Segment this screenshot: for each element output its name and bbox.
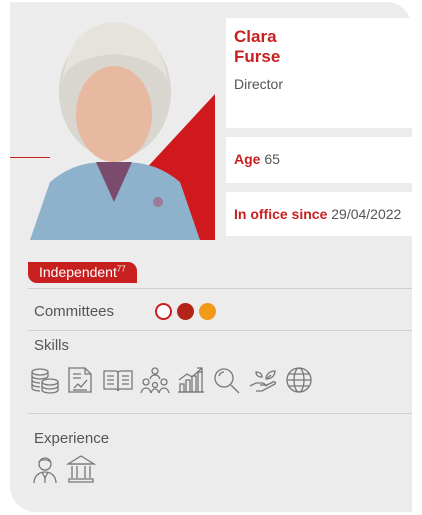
- age-row: Age 65: [234, 151, 280, 167]
- team-icon: [140, 367, 170, 394]
- committee-indicator-orange: [199, 303, 216, 320]
- first-name: Clara: [234, 27, 277, 46]
- committees-label: Committees: [34, 303, 115, 320]
- badge-footnote: 77: [116, 264, 126, 274]
- age-value: 65: [264, 151, 280, 167]
- portrait-photo: [10, 2, 215, 240]
- age-panel: Age 65: [226, 137, 412, 183]
- office-value: 29/04/2022: [331, 206, 402, 222]
- director-role: Director: [234, 76, 284, 92]
- committee-indicator-outline: [155, 303, 172, 320]
- person-icon: [33, 457, 57, 484]
- magnifier-icon: [214, 368, 240, 394]
- book-icon: [103, 370, 133, 392]
- sustainability-hand-icon: [249, 370, 277, 392]
- divider: [28, 288, 412, 289]
- age-label: Age: [234, 151, 261, 167]
- director-name: Clara Furse: [234, 27, 280, 67]
- committee-indicator-red: [177, 303, 194, 320]
- independent-badge: Independent77: [28, 262, 137, 283]
- office-panel: In office since 29/04/2022: [226, 192, 412, 236]
- divider: [28, 330, 412, 331]
- report-icon: [68, 367, 92, 393]
- institution-icon: [66, 455, 96, 483]
- director-card: Clara Furse Director Age 65 In office si…: [10, 2, 412, 512]
- decorative-line: [10, 157, 50, 158]
- office-label: In office since: [234, 206, 328, 222]
- globe-icon: [286, 367, 312, 393]
- name-panel: Clara Furse Director: [226, 18, 412, 128]
- committee-indicators: [155, 303, 216, 320]
- skills-icons: [30, 366, 314, 394]
- divider: [28, 413, 412, 414]
- office-row: In office since 29/04/2022: [234, 206, 401, 222]
- independent-label: Independent: [39, 264, 117, 280]
- experience-label: Experience: [34, 430, 110, 447]
- last-name: Furse: [234, 47, 281, 66]
- skills-label: Skills: [34, 337, 70, 354]
- growth-chart-icon: [178, 367, 204, 393]
- experience-icons: [30, 454, 96, 484]
- coins-icon: [31, 368, 59, 394]
